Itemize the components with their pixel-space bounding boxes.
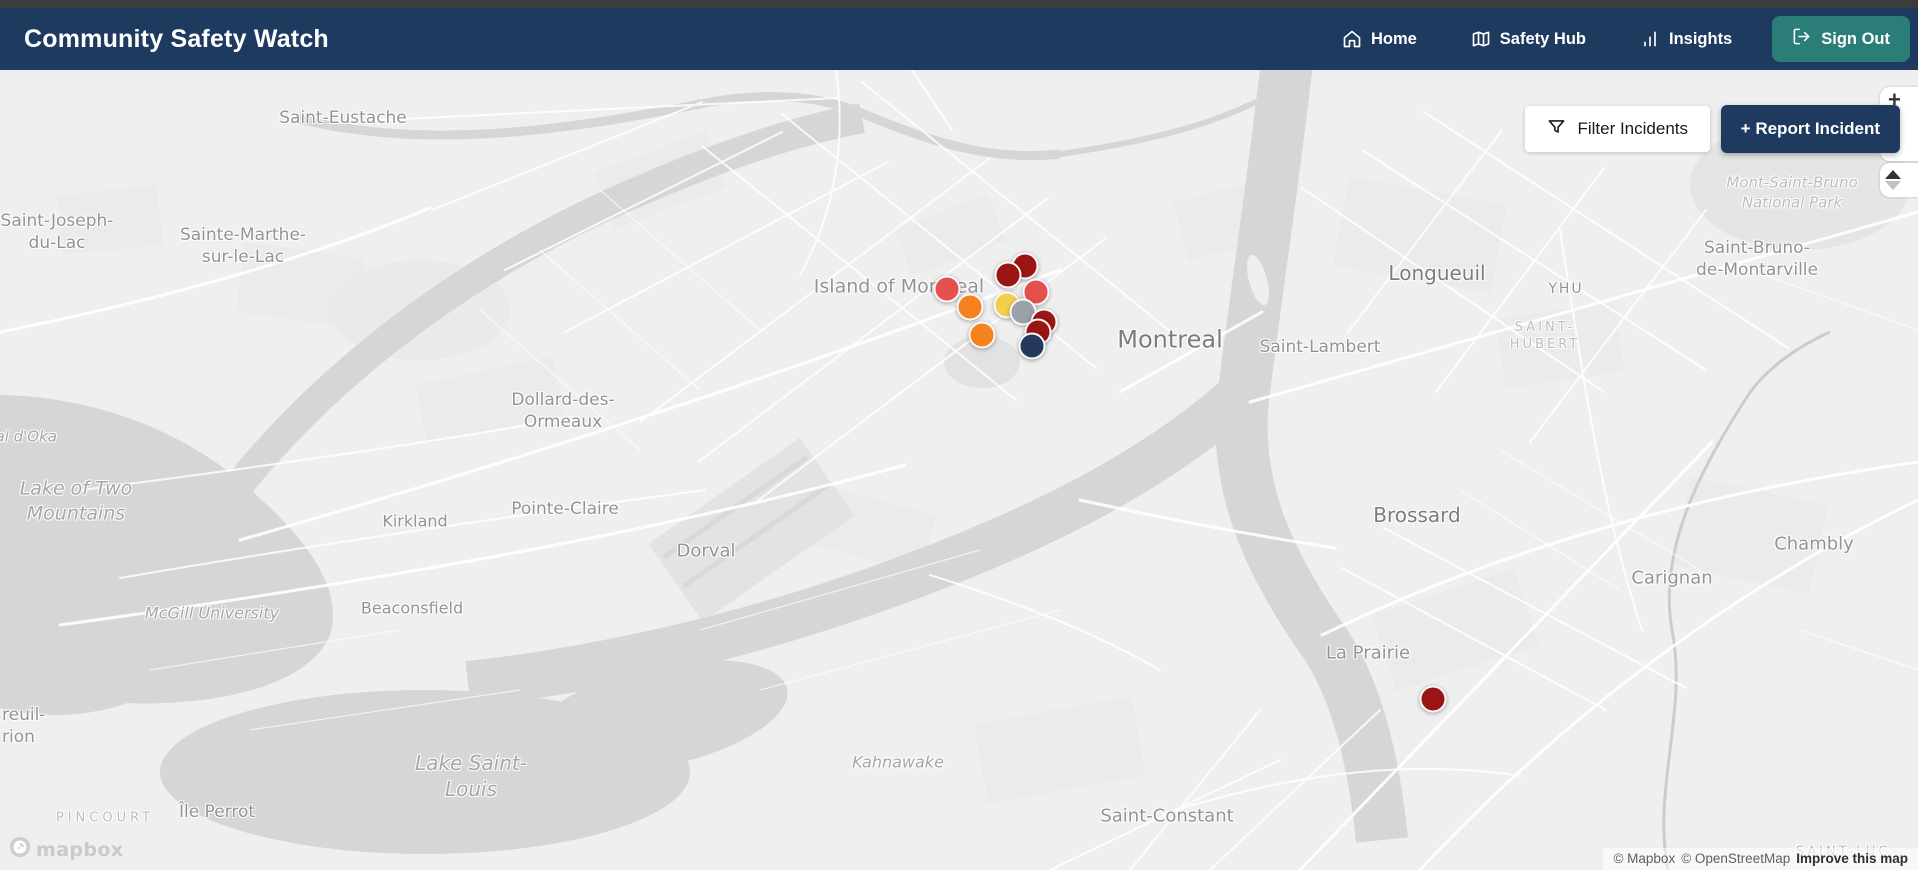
incident-marker[interactable]	[933, 275, 961, 303]
incident-marker[interactable]	[1419, 685, 1447, 713]
nav-label: Home	[1370, 29, 1417, 48]
attribution-mapbox-link[interactable]: © Mapbox	[1613, 851, 1675, 866]
incident-marker[interactable]	[968, 321, 996, 349]
nav-item-home[interactable]: Home	[1342, 29, 1417, 49]
sign-out-icon	[1792, 27, 1811, 51]
map-arrow-control[interactable]	[1880, 163, 1918, 197]
mapbox-wordmark: mapbox	[36, 838, 124, 861]
bar-chart-icon	[1640, 29, 1660, 49]
arrow-up-icon[interactable]	[1885, 170, 1901, 179]
map-canvas[interactable]: Saint-Eustache Saint-Joseph- du-Lac Sainte…	[0, 70, 1918, 870]
report-incident-label: + Report Incident	[1740, 119, 1880, 138]
filter-incidents-button[interactable]: Filter Incidents	[1525, 106, 1710, 152]
attribution-osm-link[interactable]: © OpenStreetMap	[1681, 851, 1790, 866]
chrome-strip	[0, 0, 1918, 8]
app-header: Community Safety Watch Home Safety Hub I…	[0, 8, 1918, 70]
funnel-icon	[1547, 117, 1566, 141]
arrow-down-icon[interactable]	[1885, 181, 1901, 190]
filter-incidents-label: Filter Incidents	[1577, 119, 1688, 138]
incident-marker[interactable]	[994, 261, 1022, 289]
app-window: Community Safety Watch Home Safety Hub I…	[0, 0, 1918, 870]
map-attribution: © Mapbox © OpenStreetMap Improve this ma…	[1603, 848, 1918, 870]
sign-out-button[interactable]: Sign Out	[1772, 16, 1910, 62]
report-incident-button[interactable]: + Report Incident	[1720, 105, 1900, 153]
nav-label: Insights	[1668, 29, 1733, 48]
sign-out-label: Sign Out	[1821, 29, 1890, 48]
incident-marker[interactable]	[1018, 332, 1046, 360]
map-icon	[1471, 29, 1491, 49]
improve-this-map-link[interactable]: Improve this map	[1796, 851, 1908, 866]
home-icon	[1342, 29, 1362, 49]
mapbox-logo-icon	[8, 835, 32, 864]
incident-marker[interactable]	[956, 293, 984, 321]
map-markers-layer	[0, 70, 1918, 870]
nav-label: Safety Hub	[1499, 29, 1586, 48]
nav-item-insights[interactable]: Insights	[1640, 29, 1732, 49]
nav-item-safety-hub[interactable]: Safety Hub	[1471, 29, 1586, 49]
main-nav: Home Safety Hub Insights	[1342, 29, 1732, 49]
mapbox-logo[interactable]: mapbox	[8, 835, 124, 864]
app-title: Community Safety Watch	[24, 24, 329, 53]
